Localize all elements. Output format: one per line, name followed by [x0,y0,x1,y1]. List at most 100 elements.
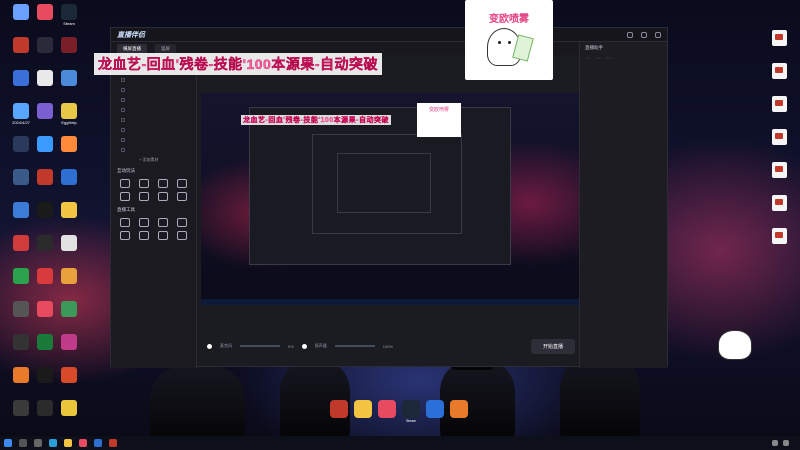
app-icon [61,202,77,218]
tab-portrait[interactable]: 竖屏 [155,43,176,54]
app-icon[interactable] [109,439,117,447]
mic-icon[interactable] [207,343,212,349]
tool-button[interactable] [136,218,152,228]
assistant-tabs [580,54,667,62]
nested-window [249,107,511,265]
scene-row[interactable] [111,145,196,155]
desktop-icon[interactable] [764,195,794,225]
tool-button[interactable] [117,192,133,202]
desktop-icon[interactable] [50,200,88,231]
tool-icon [158,231,168,240]
tool-icon [120,231,130,240]
desktop-icon[interactable] [50,398,88,429]
dock-app-icon[interactable] [378,400,396,418]
visibility-checkbox[interactable] [121,148,125,152]
scene-row[interactable] [111,85,196,95]
volume-icon[interactable] [783,440,789,446]
speaker-volume-slider[interactable] [334,345,375,347]
taskview-icon[interactable] [34,439,42,447]
desktop-icon[interactable] [50,35,88,66]
live-tools [111,216,196,243]
app-icon[interactable] [79,439,87,447]
minimize-icon[interactable] [627,31,633,38]
visibility-checkbox[interactable] [121,78,125,82]
desktop-icon[interactable] [764,129,794,159]
taskbar [0,436,800,450]
stream-preview[interactable]: 龙血艺-回血'残卷-技能'100本源果-自动突破 变欧喷雾 [201,93,579,305]
tool-icon [120,192,130,201]
scene-row[interactable] [111,135,196,145]
desktop-icon[interactable]: Steam [50,2,88,33]
add-source-button[interactable]: + 添加素材 [111,155,196,165]
tool-button[interactable] [174,192,190,202]
maximize-icon[interactable] [641,31,647,38]
start-icon[interactable] [4,439,12,447]
mic-volume-value: 0% [288,343,294,349]
visibility-checkbox[interactable] [121,118,125,122]
go-live-button[interactable]: 开始直播 [530,338,575,354]
tool-button[interactable] [155,231,171,241]
desktop-icon[interactable] [764,228,794,258]
desktop-icon[interactable]: EggHelp [50,101,88,132]
mic-volume-slider[interactable] [240,345,280,347]
desktop-icon[interactable] [764,162,794,192]
dock-app-icon[interactable] [330,400,348,418]
app-icon[interactable] [94,439,102,447]
scene-panel: + 添加素材 互动玩法 直播工具 [111,55,197,368]
tool-button[interactable] [117,218,133,228]
tool-button[interactable] [155,179,171,189]
scene-row[interactable] [111,75,196,85]
dock-app-icon[interactable] [450,400,468,418]
preview-overlay-title: 龙血艺-回血'残卷-技能'100本源果-自动突破 [241,115,392,125]
assistant-highlight[interactable] [580,70,667,74]
desktop-icon[interactable] [50,233,88,264]
scene-row[interactable] [111,105,196,115]
tab-landscape[interactable]: 横屏直播 [117,43,147,54]
desktop-icon[interactable] [50,299,88,330]
app-icon [61,367,77,383]
desktop-icon[interactable] [50,332,88,363]
tool-button[interactable] [155,218,171,228]
edge-icon[interactable] [49,439,57,447]
network-icon[interactable] [772,440,778,446]
visibility-checkbox[interactable] [121,138,125,142]
visibility-checkbox[interactable] [121,108,125,112]
close-icon[interactable] [655,31,661,38]
scene-row[interactable] [111,115,196,125]
desktop-icon[interactable] [50,167,88,198]
desktop-icon[interactable] [50,266,88,297]
desktop-icon[interactable] [50,134,88,165]
explorer-icon[interactable] [64,439,72,447]
search-icon[interactable] [19,439,27,447]
assistant-tab[interactable] [605,57,611,59]
scene-row[interactable] [111,125,196,135]
speaker-label: 扬声器 [314,343,327,348]
desktop-icon[interactable] [50,365,88,396]
desktop-icon[interactable] [764,96,794,126]
dock-app-icon[interactable]: Steam [402,400,420,423]
speaker-icon[interactable] [301,343,307,349]
scene-row[interactable] [111,95,196,105]
desktop-icon[interactable] [50,68,88,99]
visibility-checkbox[interactable] [121,88,125,92]
dock-app-icon[interactable] [354,400,372,418]
tool-button[interactable] [174,231,190,241]
desktop-icon[interactable] [764,30,794,60]
tool-button[interactable] [136,179,152,189]
mic-label: 麦克风 [220,343,232,348]
visibility-checkbox[interactable] [121,128,125,132]
app-icon [61,37,77,53]
tool-button[interactable] [174,218,190,228]
tool-button[interactable] [155,192,171,202]
tool-button[interactable] [174,179,190,189]
tool-button[interactable] [117,179,133,189]
assistant-tab[interactable] [595,57,601,59]
visibility-checkbox[interactable] [121,98,125,102]
tool-button[interactable] [136,192,152,202]
desktop-icon[interactable] [764,63,794,93]
assistant-tab[interactable] [585,57,591,59]
tool-button[interactable] [136,231,152,241]
dock-app-icon[interactable] [426,400,444,418]
tool-button[interactable] [117,231,133,241]
tool-icon [139,231,149,240]
